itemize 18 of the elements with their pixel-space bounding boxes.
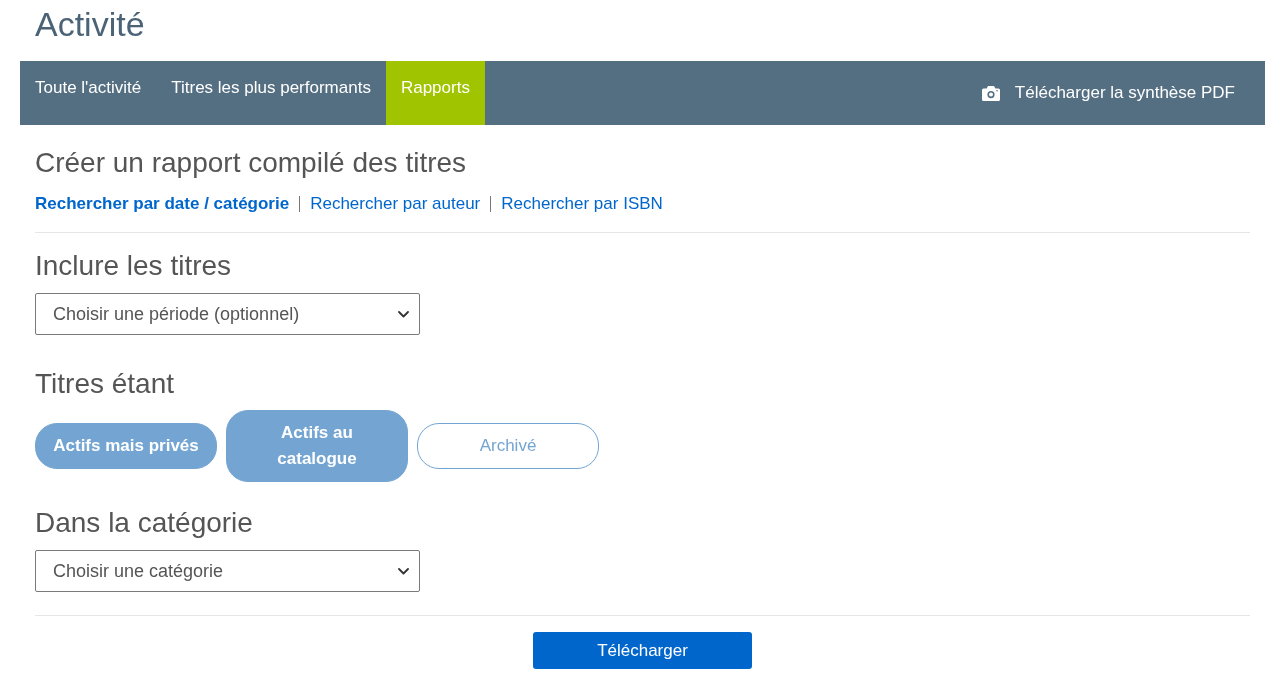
camera-icon bbox=[981, 85, 1000, 101]
section-heading: Titres étant bbox=[35, 367, 175, 401]
search-mode-link[interactable]: Rechercher par date / catégorie bbox=[35, 192, 290, 216]
download-button[interactable]: Télécharger bbox=[533, 632, 752, 669]
chevron-down-icon bbox=[398, 310, 409, 318]
download-summary-link[interactable]: Télécharger la synthèse PDF bbox=[981, 82, 1235, 104]
dropdown-field[interactable]: Choisir une période (optionnel) bbox=[35, 293, 420, 335]
status-toggle-button[interactable]: Archivé bbox=[417, 423, 599, 469]
dropdown-field[interactable]: Choisir une catégorie bbox=[35, 550, 420, 592]
page-title: Activité bbox=[34, 4, 146, 45]
report-title: Créer un rapport compilé des titres bbox=[35, 146, 468, 180]
search-mode-link[interactable]: Rechercher par auteur bbox=[310, 192, 481, 216]
search-mode-link[interactable]: Rechercher par ISBN bbox=[501, 192, 663, 216]
chevron-down-icon bbox=[398, 567, 409, 575]
section-heading: Inclure les titres bbox=[35, 249, 233, 283]
nav-tab[interactable]: Toute l'activité bbox=[20, 61, 157, 125]
nav-tab[interactable]: Titres les plus performants bbox=[156, 61, 386, 125]
section-heading: Dans la catégorie bbox=[35, 506, 254, 540]
